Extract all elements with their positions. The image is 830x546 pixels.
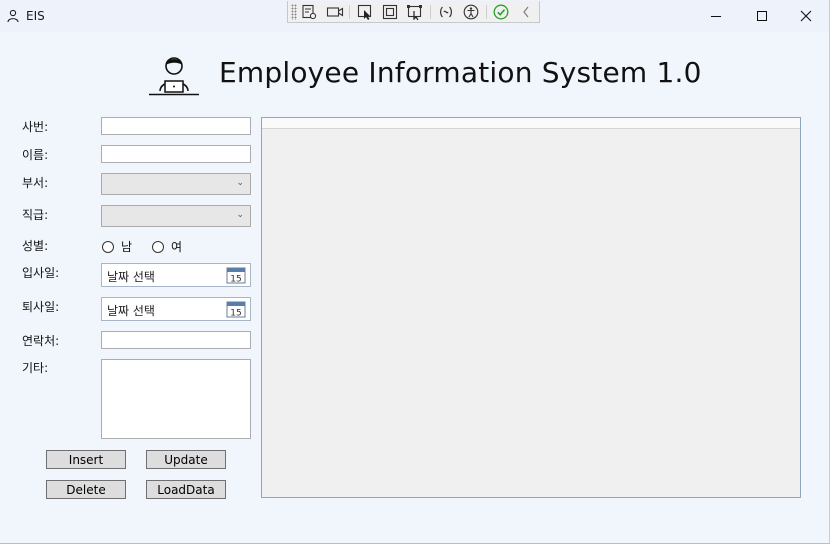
gender-male-label: 남 bbox=[121, 240, 133, 254]
main-window: EIS Employee Information System 1.0 사번: … bbox=[0, 0, 830, 544]
close-button[interactable] bbox=[783, 0, 829, 32]
video-icon bbox=[326, 6, 343, 17]
etc-label: 기타: bbox=[22, 361, 49, 375]
hire-date-picker[interactable]: 날짜 선택 15 bbox=[101, 263, 251, 287]
debug-toolbar bbox=[287, 1, 540, 23]
rank-combobox[interactable]: ⌄ bbox=[101, 205, 251, 227]
department-combobox[interactable]: ⌄ bbox=[101, 173, 251, 195]
gender-label: 성별: bbox=[22, 239, 49, 253]
minimize-button[interactable] bbox=[693, 0, 739, 32]
employee-data-grid[interactable] bbox=[261, 117, 801, 498]
select-element-button[interactable] bbox=[297, 2, 322, 22]
gender-radio-female[interactable]: 여 bbox=[152, 238, 182, 255]
department-label: 부서: bbox=[22, 176, 49, 190]
select-element-icon bbox=[302, 4, 317, 19]
delete-button[interactable]: Delete bbox=[46, 480, 126, 499]
etc-textarea[interactable] bbox=[101, 359, 251, 439]
page-title: Employee Information System 1.0 bbox=[219, 56, 702, 89]
toolbar-separator bbox=[485, 4, 487, 19]
calendar-icon[interactable]: 15 bbox=[226, 266, 246, 284]
emp-no-label: 사번: bbox=[22, 120, 49, 134]
accessibility-icon bbox=[463, 4, 479, 19]
leave-date-label: 퇴사일: bbox=[22, 300, 60, 314]
hire-date-text[interactable]: 날짜 선택 bbox=[107, 268, 155, 285]
hire-date-label: 입사일: bbox=[22, 266, 60, 280]
radio-circle[interactable] bbox=[102, 240, 114, 253]
chevron-down-icon: ⌄ bbox=[236, 210, 244, 220]
toolbar-separator bbox=[430, 4, 432, 19]
pointer-icon bbox=[357, 4, 371, 20]
contact-input[interactable] bbox=[101, 331, 251, 349]
minimize-icon bbox=[711, 16, 721, 17]
maximize-icon bbox=[757, 11, 767, 21]
svg-text:15: 15 bbox=[230, 275, 241, 285]
gender-radio-male[interactable]: 남 bbox=[102, 238, 132, 255]
gender-female-label: 여 bbox=[171, 240, 183, 254]
emp-no-input[interactable] bbox=[101, 117, 251, 135]
window-title: EIS bbox=[26, 9, 45, 23]
pointer-button[interactable] bbox=[352, 2, 377, 22]
binding-button[interactable] bbox=[433, 2, 458, 22]
person-icon bbox=[7, 9, 19, 23]
select-box-icon bbox=[383, 4, 398, 19]
name-label: 이름: bbox=[22, 148, 49, 162]
radio-circle[interactable] bbox=[152, 240, 164, 253]
maximize-button[interactable] bbox=[739, 0, 785, 32]
grid-column-header bbox=[262, 118, 800, 129]
select-box-button[interactable] bbox=[378, 2, 403, 22]
accessibility-button[interactable] bbox=[458, 2, 483, 22]
calendar-icon[interactable]: 15 bbox=[226, 300, 246, 318]
chevron-down-icon: ⌄ bbox=[236, 178, 244, 188]
svg-text:15: 15 bbox=[230, 309, 241, 319]
contact-label: 연락처: bbox=[22, 334, 60, 348]
collapse-toolbar-button[interactable] bbox=[514, 2, 539, 22]
check-button[interactable] bbox=[488, 2, 513, 22]
employee-laptop-icon bbox=[149, 57, 199, 96]
video-button[interactable] bbox=[322, 2, 347, 22]
name-input[interactable] bbox=[101, 145, 251, 163]
update-button[interactable]: Update bbox=[146, 450, 226, 469]
close-icon bbox=[800, 10, 812, 22]
insert-button[interactable]: Insert bbox=[46, 450, 126, 469]
check-icon bbox=[493, 4, 509, 19]
layout-adorner-icon bbox=[407, 4, 423, 20]
loaddata-button[interactable]: LoadData bbox=[146, 480, 226, 499]
toolbar-separator bbox=[349, 4, 351, 19]
collapse-chevron-icon bbox=[523, 6, 529, 17]
leave-date-picker[interactable]: 날짜 선택 15 bbox=[101, 297, 251, 321]
binding-icon bbox=[439, 6, 452, 17]
rank-label: 직급: bbox=[22, 208, 49, 222]
leave-date-text[interactable]: 날짜 선택 bbox=[107, 302, 155, 319]
layout-adorner-button[interactable] bbox=[403, 2, 428, 22]
